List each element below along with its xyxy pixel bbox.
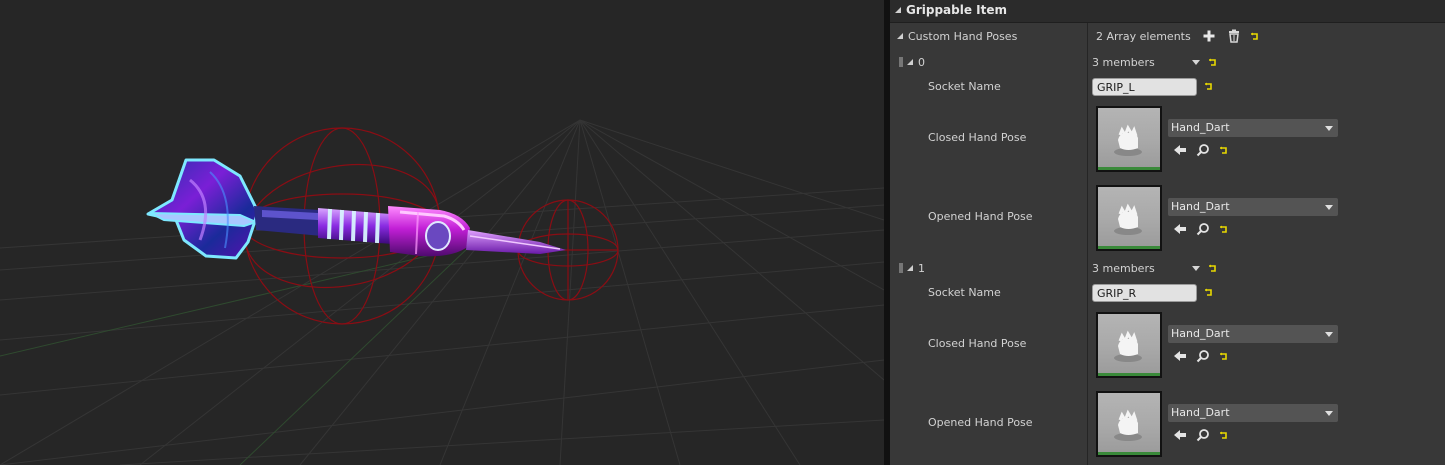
expand-custom-hand-poses-icon[interactable] [897, 33, 903, 39]
thumbnail-color-bar [1098, 246, 1160, 249]
browse-magnifier-icon[interactable] [1196, 349, 1210, 363]
custom-hand-poses-label: Custom Hand Poses [908, 30, 1018, 43]
trash-icon[interactable] [1227, 29, 1241, 43]
browse-magnifier-icon[interactable] [1196, 428, 1210, 442]
reset-arrow-icon[interactable] [1219, 225, 1228, 234]
asset-name: Hand_Dart [1171, 121, 1230, 134]
socket-name-label: Socket Name [928, 286, 1001, 299]
expand-element-1-icon[interactable] [907, 265, 913, 271]
reset-arrow-icon[interactable] [1219, 146, 1228, 155]
asset-name: Hand_Dart [1171, 327, 1230, 340]
chevron-down-icon [1325, 205, 1333, 210]
use-selected-arrow-icon[interactable] [1173, 428, 1187, 442]
thumbnail-color-bar [1098, 452, 1160, 455]
reset-arrow-icon[interactable] [1204, 288, 1213, 297]
chevron-down-icon[interactable] [1192, 60, 1200, 65]
x-axis-line [0, 245, 471, 357]
asset-thumbnail[interactable] [1096, 185, 1162, 251]
asset-thumbnail[interactable] [1096, 106, 1162, 172]
chevron-down-icon [1325, 411, 1333, 416]
opened-hand-pose-label: Opened Hand Pose [928, 210, 1033, 223]
details-panel: Grippable Item Custom Hand Poses 2 Array… [890, 0, 1445, 465]
expand-element-0-icon[interactable] [907, 59, 913, 65]
reset-arrow-icon[interactable] [1250, 32, 1259, 41]
y-axis-line [239, 245, 471, 465]
array-count-text: 2 Array elements [1096, 30, 1191, 43]
browse-magnifier-icon[interactable] [1196, 143, 1210, 157]
browse-magnifier-icon[interactable] [1196, 222, 1210, 236]
element-1-members: 3 members [1092, 262, 1155, 275]
element-0-index: 0 [918, 56, 925, 69]
viewport-scene [0, 119, 884, 465]
column-divider[interactable] [1087, 23, 1088, 465]
element-0-members: 3 members [1092, 56, 1155, 69]
reset-arrow-icon[interactable] [1204, 82, 1213, 91]
asset-picker-combo[interactable]: Hand_Dart [1168, 119, 1338, 137]
category-header-grippable-item[interactable]: Grippable Item [890, 0, 1445, 23]
reset-arrow-icon[interactable] [1219, 352, 1228, 361]
asset-picker-combo[interactable]: Hand_Dart [1168, 198, 1338, 216]
reset-arrow-icon[interactable] [1208, 58, 1217, 67]
closed-hand-pose-label: Closed Hand Pose [928, 337, 1027, 350]
use-selected-arrow-icon[interactable] [1173, 349, 1187, 363]
use-selected-arrow-icon[interactable] [1173, 143, 1187, 157]
asset-picker-combo[interactable]: Hand_Dart [1168, 325, 1338, 343]
viewport[interactable] [0, 0, 884, 465]
use-selected-arrow-icon[interactable] [1173, 222, 1187, 236]
opened-hand-pose-label: Opened Hand Pose [928, 416, 1033, 429]
viewport-grid [0, 119, 884, 465]
asset-thumbnail[interactable] [1096, 391, 1162, 457]
chevron-down-icon [1325, 126, 1333, 131]
chevron-down-icon[interactable] [1192, 266, 1200, 271]
socket-name-label: Socket Name [928, 80, 1001, 93]
reset-arrow-icon[interactable] [1219, 431, 1228, 440]
reset-arrow-icon[interactable] [1208, 264, 1217, 273]
asset-name: Hand_Dart [1171, 406, 1230, 419]
element-1-index: 1 [918, 262, 925, 275]
category-title: Grippable Item [906, 3, 1008, 17]
asset-thumbnail[interactable] [1096, 312, 1162, 378]
asset-picker-combo[interactable]: Hand_Dart [1168, 404, 1338, 422]
socket-name-input[interactable]: GRIP_L [1092, 78, 1197, 96]
closed-hand-pose-label: Closed Hand Pose [928, 131, 1027, 144]
chevron-down-icon [1325, 332, 1333, 337]
drag-handle-icon[interactable] [899, 263, 903, 273]
asset-name: Hand_Dart [1171, 200, 1230, 213]
thumbnail-color-bar [1098, 373, 1160, 376]
collapse-triangle-icon[interactable] [895, 7, 901, 13]
plus-icon[interactable] [1202, 29, 1216, 43]
thumbnail-color-bar [1098, 167, 1160, 170]
drag-handle-icon[interactable] [899, 57, 903, 67]
socket-name-input[interactable]: GRIP_R [1092, 284, 1197, 302]
